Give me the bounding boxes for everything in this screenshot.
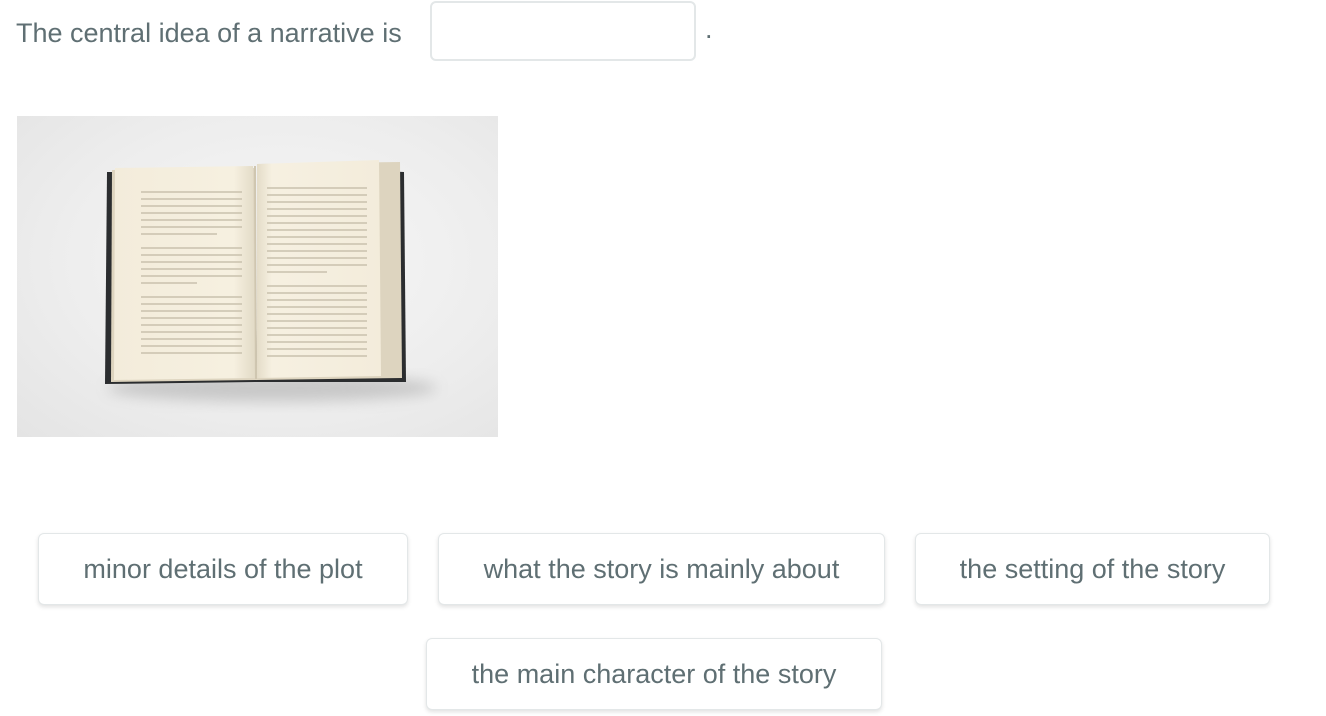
question-suffix: . bbox=[705, 14, 713, 44]
choice-label: minor details of the plot bbox=[83, 553, 363, 584]
question-text: The central idea of a narrative is bbox=[16, 17, 402, 48]
drag-drop-question: The central idea of a narrative is . min… bbox=[0, 0, 1326, 716]
question-row: The central idea of a narrative is bbox=[16, 0, 402, 66]
choice-label: the main character of the story bbox=[471, 658, 837, 689]
choice-setting[interactable]: the setting of the story bbox=[915, 533, 1270, 605]
answer-drop-zone[interactable] bbox=[430, 1, 696, 61]
choice-label: what the story is mainly about bbox=[483, 553, 840, 584]
choice-minor-details[interactable]: minor details of the plot bbox=[38, 533, 408, 605]
choice-label: the setting of the story bbox=[959, 553, 1226, 584]
choice-main-character[interactable]: the main character of the story bbox=[426, 638, 882, 710]
open-book-icon bbox=[105, 160, 437, 402]
choice-mainly-about[interactable]: what the story is mainly about bbox=[438, 533, 885, 605]
open-book-image bbox=[17, 116, 498, 437]
